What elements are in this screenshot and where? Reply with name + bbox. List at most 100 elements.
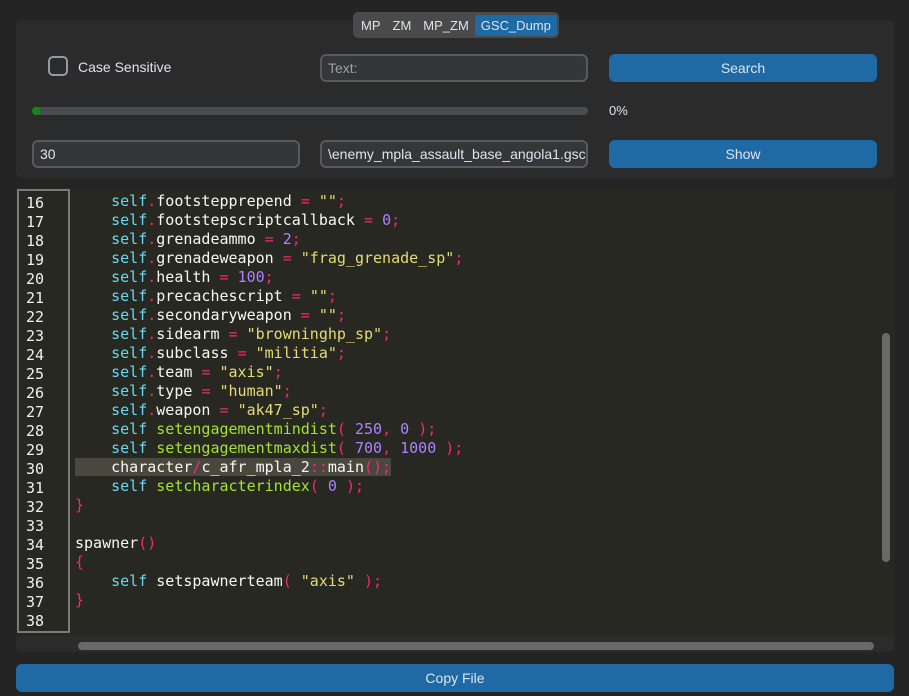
- code-token: footstepscriptcallback: [156, 211, 364, 229]
- code-token: setcharacterindex: [156, 477, 310, 495]
- code-line: self.grenadeammo = 2;: [75, 230, 301, 249]
- code-token: self: [111, 439, 157, 457]
- copy-file-button[interactable]: Copy File: [16, 664, 894, 692]
- tab-mp[interactable]: MP: [355, 15, 387, 36]
- code-token: =: [364, 211, 374, 229]
- code-token: =: [264, 230, 274, 248]
- code-token: =: [291, 287, 301, 305]
- code-editor[interactable]: 16 17 18 19 20 21 22 23 24 25 26 27 28 29 30 31 32 33 34 35…: [16, 188, 894, 652]
- code-token: setengagementmindist: [156, 420, 337, 438]
- code-token: spawner: [75, 534, 139, 552]
- code-token: ;: [318, 401, 328, 419]
- code-token: .: [147, 249, 157, 267]
- code-token: ;: [336, 306, 346, 324]
- code-line: character/c_afr_mpla_2::main();: [75, 458, 392, 477]
- line-number-input[interactable]: 30: [32, 140, 300, 168]
- code-token: "axis": [300, 572, 355, 590]
- code-token: self: [111, 363, 148, 381]
- line-number: 28: [26, 422, 45, 440]
- code-token: ;: [291, 230, 301, 248]
- tab-zm[interactable]: ZM: [387, 15, 418, 36]
- code-line: }: [75, 496, 84, 515]
- code-line: self setcharacterindex( 0 );: [75, 477, 364, 496]
- control-panel: Case Sensitive Text: Search 0% 30 \enemy…: [16, 20, 894, 178]
- code-line: self.precachescript = "";: [75, 287, 337, 306]
- line-number: 26: [26, 384, 45, 402]
- code-token: self: [111, 572, 157, 590]
- line-number: 29: [26, 441, 45, 459]
- code-token: );: [418, 420, 437, 438]
- search-button[interactable]: Search: [609, 54, 877, 82]
- code-token: ;: [327, 287, 337, 305]
- line-number: 37: [26, 593, 45, 611]
- case-sensitive-label: Case Sensitive: [78, 59, 172, 75]
- code-text-area[interactable]: self. footstepprepend = ""; self.footstep…: [75, 188, 875, 634]
- code-token: "militia": [255, 344, 337, 362]
- code-token: ,: [382, 420, 392, 438]
- progress-fill: [32, 107, 40, 115]
- line-number: 35: [26, 555, 45, 573]
- code-token: 2: [282, 230, 292, 248]
- horizontal-scrollbar[interactable]: [78, 642, 874, 650]
- line-number: 21: [26, 289, 45, 307]
- code-token: "": [309, 287, 328, 305]
- code-token: {: [75, 553, 85, 571]
- code-token: self: [111, 325, 148, 343]
- code-line: self.footstepscriptcallback = 0;: [75, 211, 400, 230]
- line-number: 17: [26, 213, 45, 231]
- code-token: grenadeammo: [156, 230, 265, 248]
- code-token: self: [111, 192, 148, 210]
- code-token: self: [111, 382, 148, 400]
- code-line: self.subclass = "militia";: [75, 344, 346, 363]
- code-token: sidearm: [156, 325, 229, 343]
- line-number: 20: [26, 270, 45, 288]
- code-token: 0: [382, 211, 392, 229]
- search-text-input[interactable]: Text:: [320, 54, 588, 82]
- vertical-scrollbar[interactable]: [882, 333, 890, 562]
- code-token: weapon: [156, 401, 220, 419]
- code-token: =: [300, 192, 310, 210]
- code-token: setengagementmaxdist: [156, 439, 337, 457]
- code-token: =: [300, 306, 310, 324]
- mode-segmented-button: MP ZM MP_ZM GSC_Dump: [353, 12, 559, 38]
- code-token: self: [111, 477, 157, 495]
- code-token: self: [111, 306, 148, 324]
- line-number-gutter: 16 17 18 19 20 21 22 23 24 25 26 27 28 29 30 31 32 33 34 35…: [17, 189, 70, 633]
- line-number: 22: [26, 308, 45, 326]
- case-sensitive-checkbox[interactable]: [48, 56, 68, 76]
- progress-percent: 0%: [609, 103, 628, 118]
- code-token: self: [111, 401, 148, 419]
- file-path-input[interactable]: \enemy_mpla_assault_base_angola1.gsc: [320, 140, 588, 168]
- line-number: 24: [26, 346, 45, 364]
- code-token: footstepprepend: [156, 192, 301, 210]
- code-token: ;: [336, 192, 346, 210]
- code-token: (): [138, 534, 157, 552]
- tab-mp-zm[interactable]: MP_ZM: [417, 15, 475, 36]
- code-token: =: [237, 344, 247, 362]
- code-line: self.team = "axis";: [75, 363, 283, 382]
- code-token: =: [219, 401, 229, 419]
- tab-gsc-dump[interactable]: GSC_Dump: [474, 14, 557, 36]
- show-button[interactable]: Show: [609, 140, 877, 168]
- code-token: health: [156, 268, 220, 286]
- code-token: (: [309, 477, 319, 495]
